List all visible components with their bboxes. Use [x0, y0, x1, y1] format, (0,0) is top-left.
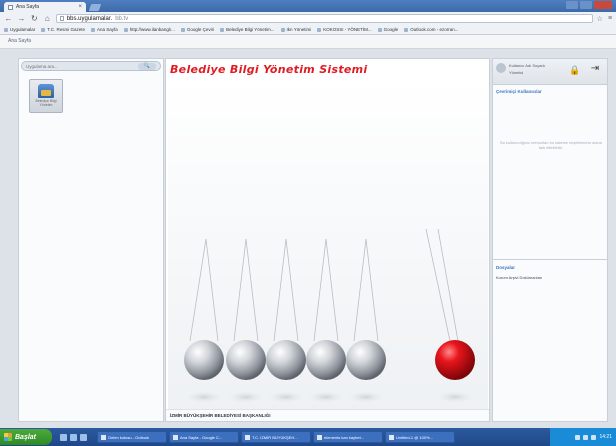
bookmark-icon [4, 27, 8, 32]
app-icon [389, 434, 394, 440]
address-bar[interactable]: bbs.uygulamalar. bb.tv [55, 14, 593, 23]
tray-icon[interactable] [591, 434, 597, 440]
taskbar-item[interactable]: elements kan kaybet... [313, 431, 383, 443]
quick-launch [60, 433, 87, 441]
bookmark-icon [91, 27, 96, 32]
avatar [496, 63, 506, 73]
bookmark-item[interactable]: Outlook.com - ezorran... [404, 27, 458, 32]
window-controls [566, 1, 612, 9]
quick-launch-icon[interactable] [80, 433, 87, 441]
taskbar-item[interactable]: Ana Sayfa - Google C... [169, 431, 239, 443]
url-path: bb.tv [115, 15, 129, 22]
user-role: Yönetici [509, 70, 524, 75]
app-icon [173, 434, 178, 440]
taskbar-item[interactable]: T.C. İZMİR BÜYÜKŞEH... [241, 431, 311, 443]
page-favicon-icon [8, 4, 13, 10]
app-tile-bbys[interactable]: Belediye Bilgi Yönetim [29, 79, 63, 113]
taskbar-item[interactable]: Untitled-1 @ 100%... [385, 431, 455, 443]
main-content: Belediye Bilgi Yönetim Sistemi İZMİR BÜY… [165, 58, 490, 422]
bookmark-item[interactable]: KOKOSSI - YÖNETİM... [317, 27, 372, 32]
app-icon [317, 434, 322, 440]
quick-launch-icon[interactable] [70, 433, 77, 441]
bookmark-item[interactable]: Uygulamalar [4, 27, 35, 32]
page-footer: İZMİR BÜYÜKŞEHİR BELEDİYESİ BAŞKANLIĞI [166, 409, 489, 421]
exit-icon[interactable]: ⇥ [589, 63, 601, 75]
home-icon[interactable]: ⌂ [43, 14, 52, 23]
close-window-button[interactable] [594, 1, 612, 9]
app-tile-label: Belediye Bilgi Yönetim [35, 99, 57, 107]
online-users-notice: Bu kullanıcılığınız mevcutları bu sistem… [500, 141, 602, 151]
bookmark-icon [180, 27, 185, 32]
tray-icon[interactable] [575, 434, 581, 440]
bookmark-icon [41, 27, 46, 32]
bookmark-item[interactable]: http://www.ilanbanglı... [123, 27, 175, 32]
browser-toolbar: ← → ↻ ⌂ bbs.uygulamalar. bb.tv ☆ ≡ [0, 12, 616, 25]
clock[interactable]: 14:21 [599, 434, 612, 440]
bookmark-icon [377, 27, 382, 32]
user-panel: Kullanıcı Adı Soyadı Yönetici 🔒 ⇥ Çevrim… [492, 58, 608, 422]
applications-panel: 🔍 Belediye Bilgi Yönetim [18, 58, 164, 422]
page-title: Belediye Bilgi Yönetim Sistemi [170, 63, 368, 76]
user-info-box: Kullanıcı Adı Soyadı Yönetici 🔒 ⇥ [493, 59, 607, 85]
app-icon [245, 434, 250, 440]
online-users-title: Çevrimiçi Kullanıcılar [496, 89, 542, 94]
browser-tab[interactable]: Ana Sayfa × [4, 2, 86, 12]
lock-icon[interactable]: 🔒 [569, 65, 580, 75]
building-icon [38, 84, 54, 98]
bookmark-icon [317, 27, 322, 32]
start-label: Başlat [15, 433, 37, 441]
close-tab-icon[interactable]: × [78, 4, 82, 10]
app-search-input[interactable] [26, 63, 136, 69]
new-tab-button[interactable] [88, 4, 102, 11]
maximize-button[interactable] [580, 1, 592, 9]
windows-logo-icon [4, 433, 12, 441]
reload-icon[interactable]: ↻ [30, 14, 39, 23]
menu-icon[interactable]: ≡ [608, 15, 612, 23]
browser-tab-strip: Ana Sayfa × [0, 0, 616, 12]
page-info-icon [59, 16, 64, 21]
bookmark-icon [220, 27, 225, 32]
bookmark-icon [404, 27, 409, 32]
forward-icon[interactable]: → [17, 14, 26, 23]
documents-title: Dosyalar [496, 265, 516, 270]
bookmark-item[interactable]: Belediye Bilgi Yönetim... [220, 27, 275, 32]
quick-launch-icon[interactable] [60, 433, 67, 441]
divider [493, 259, 607, 260]
documents-link[interactable]: Kurum Arşivi Dokümanları [496, 275, 542, 280]
tray-icon[interactable] [583, 434, 589, 440]
bookmarks-bar: Uygulamalar T.C. Resmi Gazete Ana Sayfa … [0, 25, 616, 35]
taskbar-tasks: Gelen kutusu - Outlook Ana Sayfa - Googl… [97, 431, 455, 443]
start-button[interactable]: Başlat [0, 429, 52, 445]
footer-text: İZMİR BÜYÜKŞEHİR BELEDİYESİ BAŞKANLIĞI [170, 413, 271, 418]
url-domain: bbs.uygulamalar. [66, 15, 113, 22]
bookmark-icon [280, 27, 285, 32]
breadcrumb[interactable]: Ana Sayfa [8, 38, 31, 44]
taskbar-item[interactable]: Gelen kutusu - Outlook [97, 431, 167, 443]
user-name: Kullanıcı Adı Soyadı [509, 63, 545, 68]
bookmark-item[interactable]: Ikn Yönetimi [280, 27, 311, 32]
search-icon[interactable]: 🔍 [138, 62, 156, 70]
newtons-cradle-illustration [168, 79, 488, 411]
bookmark-item[interactable]: Ana Sayfa [91, 27, 118, 32]
app-search-box: 🔍 [21, 61, 161, 71]
browser-tab-title: Ana Sayfa [16, 4, 40, 10]
windows-taskbar: Başlat Gelen kutusu - Outlook Ana Sayfa … [0, 428, 616, 446]
bookmark-item[interactable]: T.C. Resmi Gazete [41, 27, 85, 32]
page-breadcrumb-bar: Ana Sayfa [0, 35, 616, 49]
app-page: 🔍 Belediye Bilgi Yönetim Belediye Bilgi … [0, 49, 616, 428]
bookmark-item[interactable]: Google [377, 27, 398, 32]
minimize-button[interactable] [566, 1, 578, 9]
bookmark-item[interactable]: Google Çeviri [180, 27, 214, 32]
bookmark-star-icon[interactable]: ☆ [597, 15, 603, 23]
back-icon[interactable]: ← [4, 14, 13, 23]
bookmark-icon [123, 27, 128, 32]
system-tray: 14:21 [550, 428, 616, 446]
app-icon [101, 434, 106, 440]
